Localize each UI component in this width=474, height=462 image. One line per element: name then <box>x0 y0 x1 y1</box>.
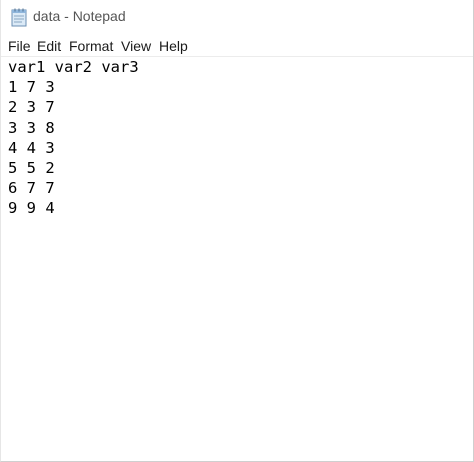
menu-help[interactable]: Help <box>159 38 188 54</box>
menu-edit[interactable]: Edit <box>37 38 61 54</box>
window-title: data - Notepad <box>33 8 126 24</box>
title-bar[interactable]: data - Notepad <box>1 0 473 34</box>
notepad-icon <box>11 8 27 27</box>
notepad-window: data - Notepad File Edit Format View Hel… <box>0 0 474 462</box>
menu-file[interactable]: File <box>8 38 31 54</box>
menu-format[interactable]: Format <box>69 38 113 54</box>
document-text[interactable]: var1 var2 var3 1 7 3 2 3 7 3 3 8 4 4 3 5… <box>8 57 139 219</box>
text-editor[interactable]: var1 var2 var3 1 7 3 2 3 7 3 3 8 4 4 3 5… <box>1 57 473 461</box>
menu-bar: File Edit Format View Help <box>1 36 473 57</box>
menu-view[interactable]: View <box>121 38 151 54</box>
